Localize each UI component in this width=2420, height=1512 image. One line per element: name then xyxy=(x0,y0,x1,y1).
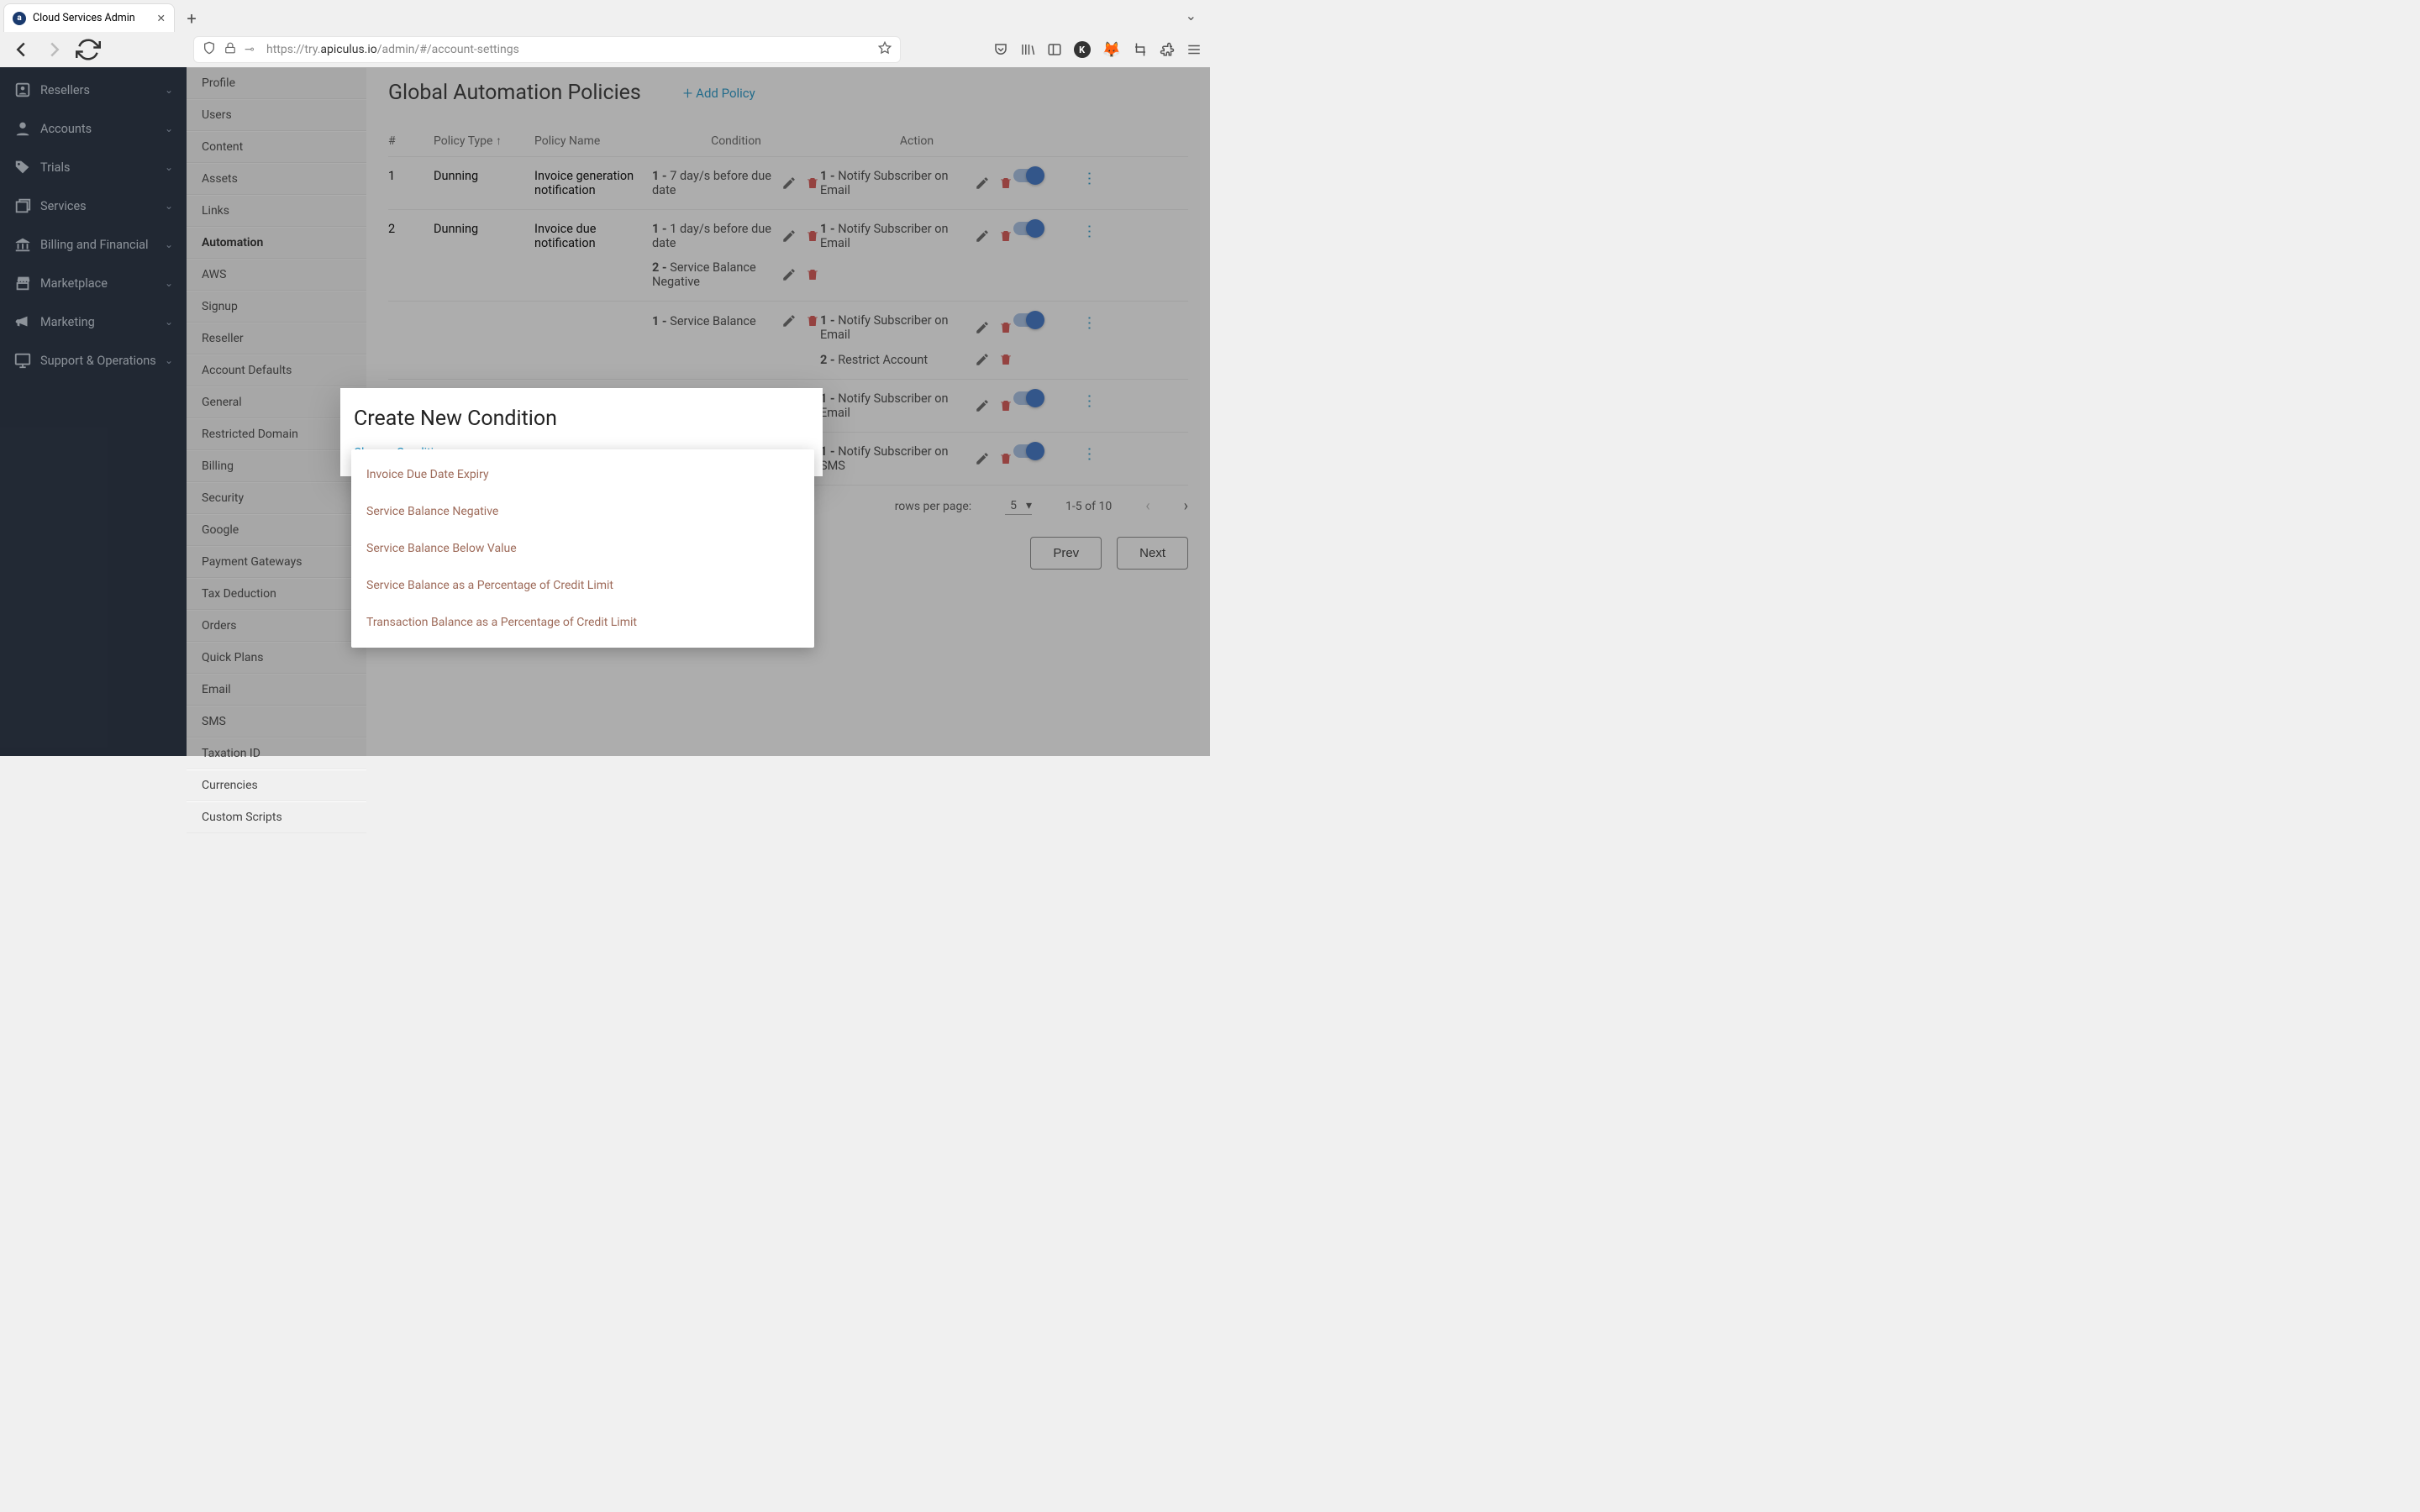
dropdown-option[interactable]: Transaction Balance as a Percentage of C… xyxy=(351,604,814,641)
favicon-icon: a xyxy=(13,12,26,25)
dropdown-option[interactable]: Service Balance Below Value xyxy=(351,530,814,567)
url-text: https://try.apiculus.io/admin/#/account-… xyxy=(266,43,519,56)
app-body: Resellers ⌄ Accounts ⌄ Trials ⌄ Services… xyxy=(0,67,1210,756)
sub-item-currencies[interactable]: Currencies xyxy=(187,769,366,801)
library-icon[interactable] xyxy=(1020,42,1035,57)
fox-icon[interactable]: 🦊 xyxy=(1102,41,1121,59)
avatar-k-icon[interactable]: K xyxy=(1074,41,1091,58)
browser-chrome: a Cloud Services Admin ✕ + ⌄ ⊸ https://t… xyxy=(0,0,1210,67)
url-bar[interactable]: ⊸ https://try.apiculus.io/admin/#/accoun… xyxy=(193,36,901,63)
condition-dropdown: Invoice Due Date ExpiryService Balance N… xyxy=(351,449,814,648)
modal-title: Create New Condition xyxy=(340,407,823,431)
extensions-icon[interactable] xyxy=(1160,42,1175,57)
star-icon[interactable] xyxy=(878,41,892,58)
tab-title: Cloud Services Admin xyxy=(33,12,135,24)
shield-icon[interactable] xyxy=(203,41,216,58)
dropdown-option[interactable]: Service Balance Negative xyxy=(351,493,814,530)
dropdown-option[interactable]: Invoice Due Date Expiry xyxy=(351,456,814,493)
menu-icon[interactable] xyxy=(1186,42,1202,57)
crop-icon[interactable] xyxy=(1133,42,1148,57)
sidebar-icon[interactable] xyxy=(1047,42,1062,57)
new-tab-button[interactable]: + xyxy=(178,5,205,32)
tabs-chevron-icon[interactable]: ⌄ xyxy=(1172,0,1210,32)
lock-icon[interactable] xyxy=(224,42,236,57)
browser-tab[interactable]: a Cloud Services Admin ✕ xyxy=(3,3,175,32)
dropdown-option[interactable]: Service Balance as a Percentage of Credi… xyxy=(351,567,814,604)
back-button[interactable] xyxy=(8,37,34,62)
sub-item-custom-scripts[interactable]: Custom Scripts xyxy=(187,801,366,833)
tab-close-icon[interactable]: ✕ xyxy=(157,12,166,25)
forward-button[interactable] xyxy=(42,37,67,62)
reload-button[interactable] xyxy=(76,37,101,62)
permissions-icon[interactable]: ⊸ xyxy=(245,43,258,56)
pocket-icon[interactable] xyxy=(993,42,1008,57)
